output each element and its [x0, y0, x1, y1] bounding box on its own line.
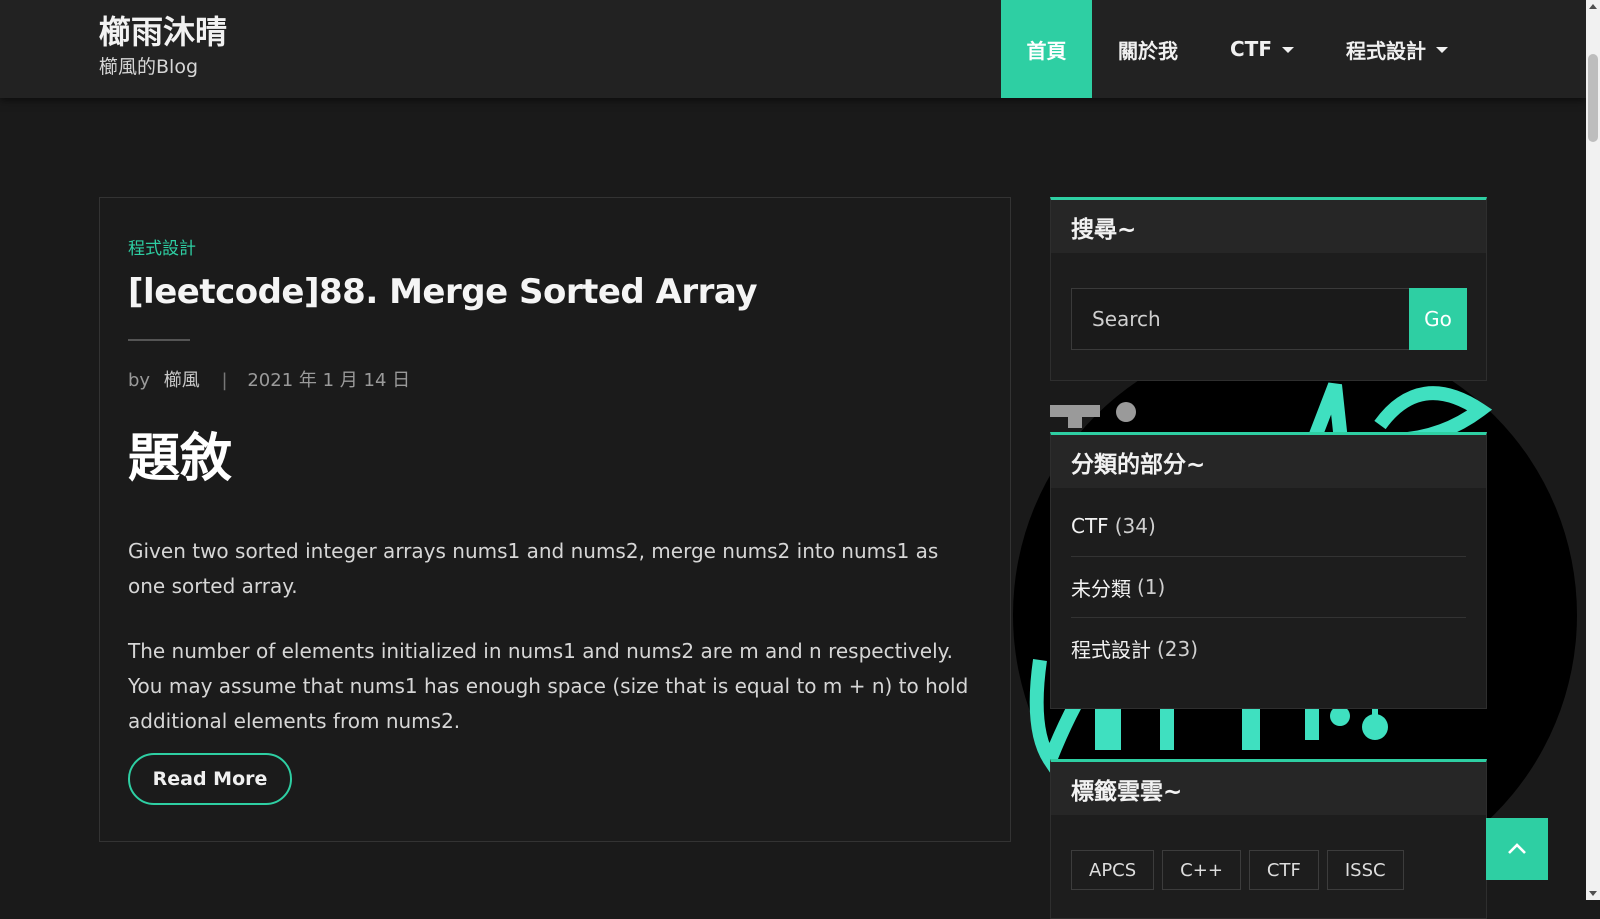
scroll-down-arrow-icon[interactable] [1589, 891, 1597, 896]
nav-item-home[interactable]: 首頁 [1001, 0, 1092, 98]
author-link[interactable]: 櫛風 [164, 370, 200, 391]
meta-separator: | [221, 370, 228, 391]
category-count: (34) [1114, 514, 1156, 538]
tag-link[interactable]: APCS [1071, 850, 1155, 890]
site-description: 櫛風的Blog [99, 56, 198, 78]
post-date[interactable]: 2021 年 1 月 14 日 [247, 370, 410, 391]
widget-title: 標籤雲雲~ [1051, 762, 1486, 815]
category-count: (23) [1157, 636, 1199, 661]
tag-link[interactable]: C++ [1162, 850, 1241, 890]
post-category-link[interactable]: 程式設計 [128, 234, 196, 259]
title-divider [128, 339, 190, 341]
chevron-up-icon [1508, 843, 1526, 854]
search-form: Go [1071, 288, 1467, 350]
page-scrollbar[interactable] [1586, 0, 1600, 900]
category-item[interactable]: 程式設計 (23) [1071, 618, 1466, 679]
category-name[interactable]: 未分類 [1071, 573, 1131, 602]
scrollbar-thumb[interactable] [1588, 54, 1598, 142]
category-name[interactable]: 程式設計 [1071, 634, 1151, 663]
site-title[interactable]: 櫛雨沐晴 [99, 10, 227, 54]
search-widget: 搜尋~ Go [1050, 197, 1487, 381]
post-title-link[interactable]: [leetcode]88. Merge Sorted Array [128, 272, 758, 312]
main-nav: 首頁 關於我 CTF 程式設計 [1001, 0, 1474, 98]
post-card: 程式設計 [leetcode]88. Merge Sorted Array by… [99, 197, 1011, 842]
category-item[interactable]: 未分類 (1) [1071, 557, 1466, 618]
nav-item-ctf[interactable]: CTF [1204, 0, 1320, 98]
tag-list: APCS C++ CTF ISSC [1071, 850, 1404, 890]
tag-cloud-widget: 標籤雲雲~ APCS C++ CTF ISSC [1050, 759, 1487, 919]
category-count: (1) [1137, 575, 1166, 599]
post-section-heading: 題敘 [128, 429, 233, 489]
post-meta: by 櫛風 | 2021 年 1 月 14 日 [128, 366, 410, 392]
widget-title: 搜尋~ [1051, 200, 1486, 253]
widget-title: 分類的部分~ [1051, 435, 1486, 488]
category-list: CTF (34) 未分類 (1) 程式設計 (23) [1051, 496, 1486, 679]
nav-item-label: 關於我 [1118, 38, 1178, 63]
post-paragraph: Given two sorted integer arrays nums1 an… [128, 539, 939, 598]
category-name[interactable]: CTF [1071, 514, 1109, 538]
nav-item-label: CTF [1230, 37, 1272, 61]
nav-item-label: 程式設計 [1345, 38, 1426, 63]
by-label: by [128, 370, 151, 391]
search-go-button[interactable]: Go [1409, 288, 1467, 350]
tag-link[interactable]: CTF [1248, 850, 1319, 890]
caret-down-icon [1435, 47, 1448, 53]
back-to-top-button[interactable] [1486, 818, 1548, 880]
post-paragraph: The number of elements initialized in nu… [128, 639, 969, 733]
site-header: 櫛雨沐晴 櫛風的Blog 首頁 關於我 CTF 程式設計 [0, 0, 1586, 98]
nav-item-programming[interactable]: 程式設計 [1320, 0, 1474, 98]
search-input[interactable] [1071, 288, 1409, 350]
caret-down-icon [1281, 47, 1294, 53]
scroll-up-arrow-icon[interactable] [1589, 4, 1597, 9]
nav-item-about[interactable]: 關於我 [1092, 0, 1204, 98]
category-item[interactable]: CTF (34) [1071, 496, 1466, 557]
read-more-button[interactable]: Read More [128, 753, 292, 805]
nav-item-label: 首頁 [1026, 38, 1067, 63]
tag-link[interactable]: ISSC [1326, 850, 1404, 890]
categories-widget: 分類的部分~ CTF (34) 未分類 (1) 程式設計 (23) [1050, 432, 1487, 709]
